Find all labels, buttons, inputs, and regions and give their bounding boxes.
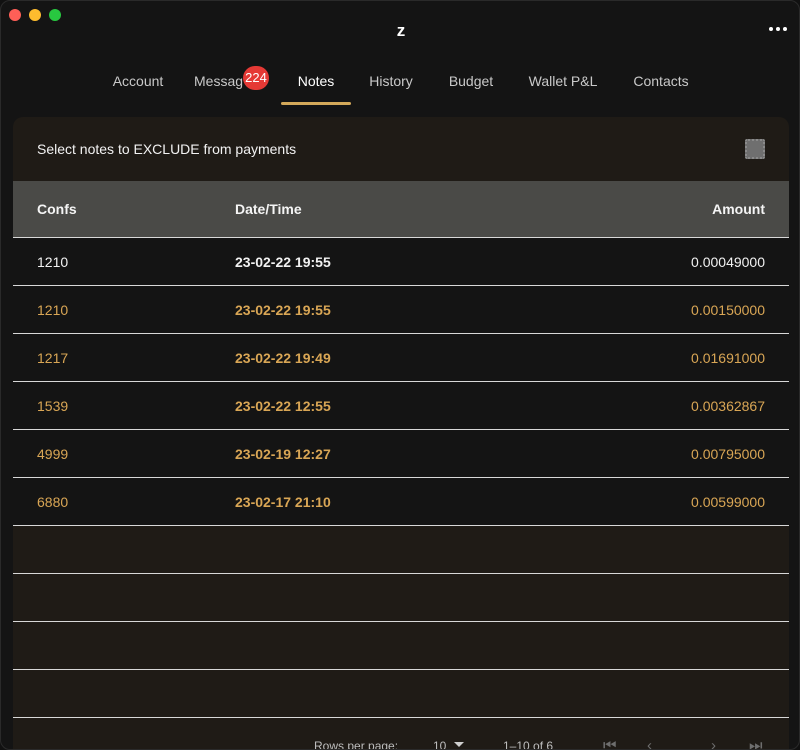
cell-confs: 1539 — [37, 397, 69, 414]
column-header-confs[interactable]: Confs — [13, 201, 235, 217]
tab-history[interactable]: History — [359, 65, 423, 105]
cell-datetime: 23-02-22 19:49 — [235, 349, 331, 366]
cell-amount: 0.00795000 — [691, 445, 765, 462]
zoom-window-button[interactable] — [49, 9, 61, 21]
table-row[interactable]: 1539 23-02-22 12:55 0.00362867 — [13, 382, 789, 430]
page-range: 1–10 of 6 — [503, 739, 554, 750]
select-all-checkbox-icon[interactable] — [745, 139, 765, 159]
cell-confs: 1210 — [37, 253, 69, 270]
empty-row — [13, 526, 789, 574]
cell-datetime: 23-02-22 19:55 — [235, 301, 331, 318]
notes-panel: Select notes to EXCLUDE from payments Co… — [13, 117, 789, 749]
panel-header: Select notes to EXCLUDE from payments — [13, 117, 789, 181]
tab-budget[interactable]: Budget — [441, 65, 501, 105]
previous-page-icon[interactable]: ‹ — [647, 737, 652, 749]
empty-row — [13, 574, 789, 622]
table-row[interactable]: 1210 23-02-22 19:55 0.00049000 — [13, 238, 789, 286]
table-header: Confs Date/Time Amount — [13, 181, 789, 238]
table-row[interactable]: 6880 23-02-17 21:10 0.00599000 — [13, 478, 789, 526]
rows-per-page-select[interactable]: 10 — [433, 739, 446, 749]
empty-row — [13, 622, 789, 670]
tab-bar: Account Messag Notes History Budget Wall… — [1, 65, 799, 105]
column-header-amount[interactable]: Amount — [565, 201, 789, 217]
messages-count-badge: 224 — [243, 66, 269, 90]
close-window-button[interactable] — [9, 9, 21, 21]
empty-row — [13, 670, 789, 718]
cell-confs: 6880 — [37, 493, 69, 510]
cell-datetime: 23-02-22 19:55 — [235, 253, 331, 270]
window-title: z — [396, 21, 406, 40]
cell-amount: 0.00150000 — [691, 301, 765, 318]
cell-confs: 1210 — [37, 301, 69, 318]
cell-confs: 1217 — [37, 349, 69, 366]
minimize-window-button[interactable] — [29, 9, 41, 21]
cell-amount: 0.00599000 — [691, 493, 765, 510]
app-window: z Account Messag Notes History Budget Wa… — [0, 0, 800, 750]
more-options-icon[interactable] — [769, 27, 787, 31]
cell-amount: 0.00049000 — [691, 253, 765, 270]
window-controls — [9, 9, 61, 21]
column-header-datetime[interactable]: Date/Time — [235, 201, 565, 217]
cell-datetime: 23-02-19 12:27 — [235, 445, 331, 462]
next-page-icon[interactable]: › — [711, 737, 716, 749]
cell-datetime: 23-02-22 12:55 — [235, 397, 331, 414]
table-row[interactable]: 4999 23-02-19 12:27 0.00795000 — [13, 430, 789, 478]
rows-per-page-label: Rows per page: — [314, 739, 399, 750]
tab-wallet-pl[interactable]: Wallet P&L — [521, 65, 605, 105]
chevron-down-icon[interactable] — [454, 742, 464, 747]
last-page-icon[interactable]: ⏭ — [749, 737, 763, 749]
cell-amount: 0.01691000 — [691, 349, 765, 366]
tab-account[interactable]: Account — [103, 65, 173, 105]
pagination: Rows per page: 10 1–10 of 6 ⏮ ‹ › ⏭ — [13, 734, 789, 750]
first-page-icon[interactable]: ⏮ — [603, 737, 617, 749]
cell-confs: 4999 — [37, 445, 69, 462]
table-row[interactable]: 1210 23-02-22 19:55 0.00150000 — [13, 286, 789, 334]
table-row[interactable]: 1217 23-02-22 19:49 0.01691000 — [13, 334, 789, 382]
tab-notes[interactable]: Notes — [281, 65, 351, 105]
cell-amount: 0.00362867 — [691, 397, 765, 414]
panel-title: Select notes to EXCLUDE from payments — [37, 141, 297, 157]
cell-datetime: 23-02-17 21:10 — [235, 493, 331, 510]
tab-contacts[interactable]: Contacts — [625, 65, 697, 105]
